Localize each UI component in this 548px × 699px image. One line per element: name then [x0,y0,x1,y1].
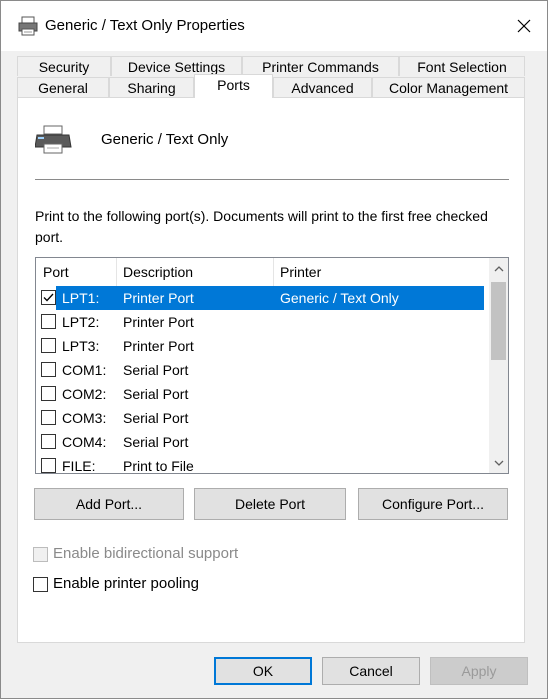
column-header-printer[interactable]: Printer [280,264,321,280]
bidirectional-label: Enable bidirectional support [53,545,239,562]
delete-port-button[interactable]: Delete Port [194,488,346,520]
checkmark-icon [43,293,54,302]
port-row-com2[interactable]: COM2: Serial Port [36,382,488,406]
port-checkbox[interactable] [41,338,56,353]
port-list-header: Port Description Printer [36,258,488,286]
port-list[interactable]: Port Description Printer LPT1: Printer P… [35,257,509,474]
printer-icon [18,16,38,36]
tab-security[interactable]: Security [17,56,111,76]
bidirectional-support-option: Enable bidirectional support [33,544,293,564]
port-checkbox[interactable] [41,362,56,377]
port-row-com1[interactable]: COM1: Serial Port [36,358,488,382]
scroll-down-button[interactable] [489,454,508,471]
bidirectional-checkbox [33,547,48,562]
ports-instructions: Print to the following port(s). Document… [35,208,488,245]
port-description: Serial Port [123,362,189,378]
port-checkbox[interactable] [41,410,56,425]
port-description: Serial Port [123,410,189,426]
port-name: COM3: [62,410,107,426]
cancel-button[interactable]: Cancel [322,657,420,685]
port-checkbox[interactable] [41,434,56,449]
tab-sharing[interactable]: Sharing [109,77,194,97]
tab-row-front: General Sharing Ports Advanced Color Man… [17,74,525,98]
window-title: Generic / Text Only Properties [45,17,245,34]
column-divider[interactable] [116,258,117,286]
port-name: COM1: [62,362,107,378]
port-description: Serial Port [123,386,189,402]
column-divider[interactable] [273,258,274,286]
port-description: Print to File [123,458,194,474]
port-description: Printer Port [123,338,194,354]
title-bar: Generic / Text Only Properties [1,1,547,51]
vertical-scrollbar[interactable] [489,258,508,473]
port-checkbox[interactable] [41,314,56,329]
port-row-lpt3[interactable]: LPT3: Printer Port [36,334,488,358]
printer-name: Generic / Text Only [101,131,229,148]
scroll-thumb[interactable] [491,282,506,360]
port-row-lpt1[interactable]: LPT1: Printer Port Generic / Text Only [36,286,488,310]
printer-pooling-label[interactable]: Enable printer pooling [53,575,199,592]
port-printer: Generic / Text Only [280,290,399,306]
scroll-up-button[interactable] [489,260,508,277]
port-description: Printer Port [123,314,194,330]
column-header-description[interactable]: Description [123,264,193,280]
port-name: COM2: [62,386,107,402]
port-name: LPT1: [62,290,100,306]
printer-pooling-option[interactable]: Enable printer pooling [33,574,253,594]
properties-dialog: Generic / Text Only Properties Security … [0,0,548,699]
port-checkbox[interactable] [41,386,56,401]
selection-highlight [56,286,484,310]
port-description: Printer Port [123,290,194,306]
chevron-up-icon [494,265,503,271]
port-description: Serial Port [123,434,189,450]
close-button[interactable] [501,1,547,51]
tab-color-management[interactable]: Color Management [372,77,525,97]
tab-font-selection[interactable]: Font Selection [399,56,525,76]
port-row-file[interactable]: FILE: Print to File [36,454,488,474]
column-header-port[interactable]: Port [43,264,69,280]
printer-large-icon [35,125,72,154]
add-port-button[interactable]: Add Port... [34,488,184,520]
apply-button[interactable]: Apply [430,657,528,685]
ok-button[interactable]: OK [214,657,312,685]
port-name: LPT3: [62,338,100,354]
printer-pooling-checkbox[interactable] [33,577,48,592]
port-name: COM4: [62,434,107,450]
close-icon [517,19,531,33]
tab-device-settings[interactable]: Device Settings [111,56,242,76]
tab-printer-commands[interactable]: Printer Commands [242,56,399,76]
port-name: FILE: [62,458,96,474]
port-checkbox[interactable] [41,290,56,305]
port-row-com4[interactable]: COM4: Serial Port [36,430,488,454]
chevron-down-icon [494,460,503,466]
tab-advanced[interactable]: Advanced [273,77,372,97]
tab-ports[interactable]: Ports [194,74,273,98]
divider [35,179,509,180]
port-checkbox[interactable] [41,458,56,473]
port-name: LPT2: [62,314,100,330]
tab-general[interactable]: General [17,77,109,97]
configure-port-button[interactable]: Configure Port... [358,488,508,520]
port-row-com3[interactable]: COM3: Serial Port [36,406,488,430]
port-row-lpt2[interactable]: LPT2: Printer Port [36,310,488,334]
